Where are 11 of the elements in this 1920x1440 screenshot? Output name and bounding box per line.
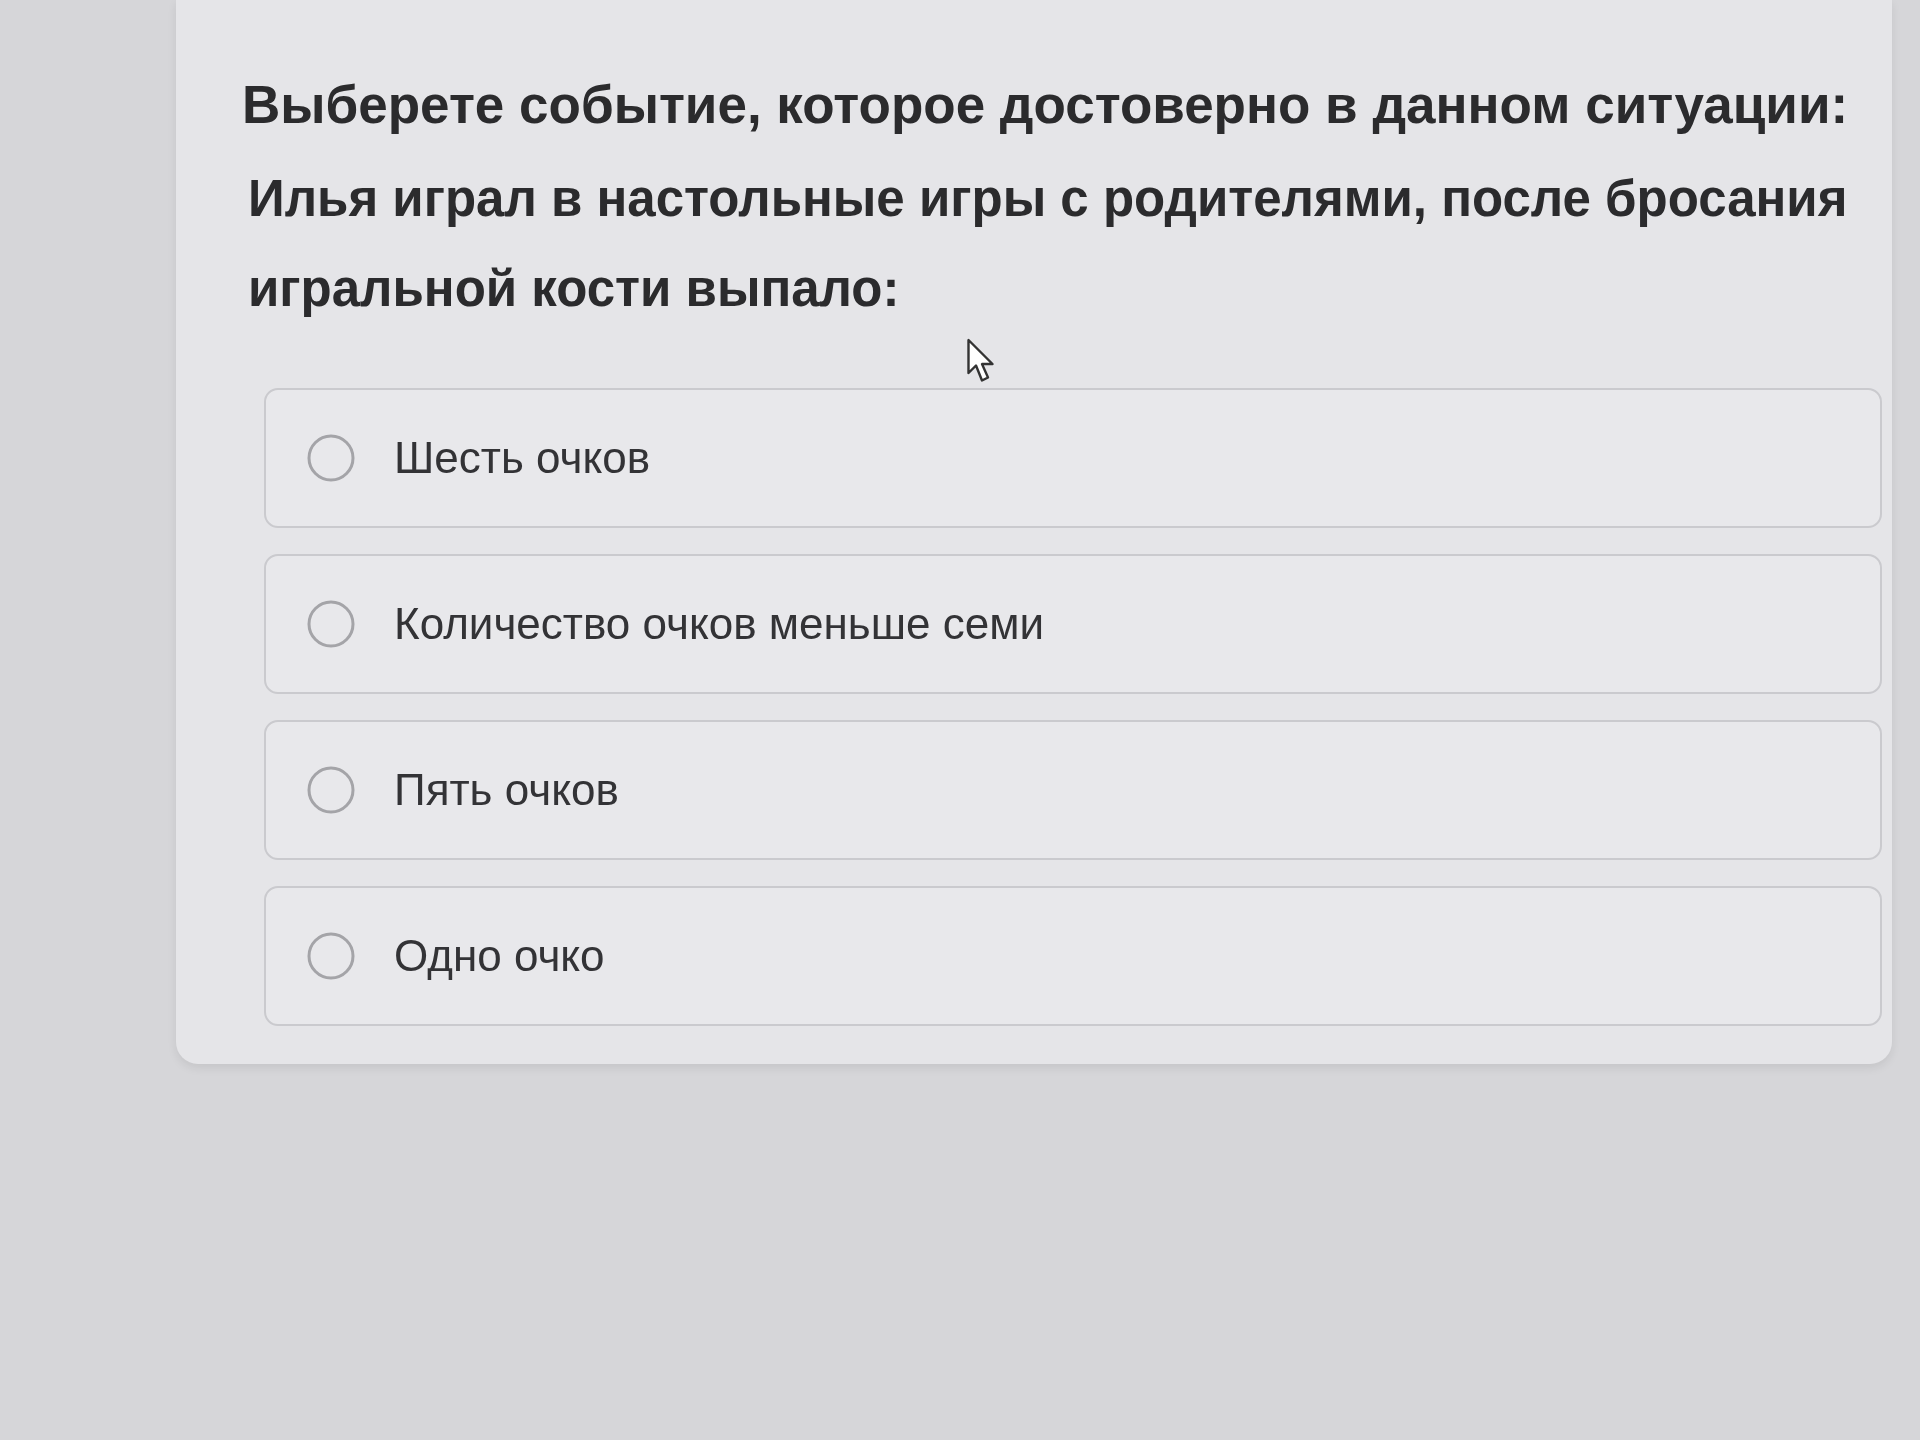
answer-option[interactable]: Пять очков — [264, 720, 1882, 861]
question-title: Выберете событие, которое достоверно в данном ситуации: — [242, 74, 1850, 136]
question-text: Илья играл в настольные игры с родителями, после бросания игральной кости выпало: — [248, 169, 1849, 320]
radio-icon[interactable] — [306, 599, 356, 650]
radio-icon[interactable] — [306, 931, 356, 982]
answer-option[interactable]: Шесть очков — [264, 388, 1882, 529]
answer-option[interactable]: Одно очко — [264, 886, 1882, 1027]
answer-option[interactable]: Количество очков меньше семи — [264, 554, 1882, 695]
radio-icon[interactable] — [306, 765, 356, 816]
cursor-icon — [967, 338, 997, 385]
radio-icon[interactable] — [306, 433, 356, 484]
